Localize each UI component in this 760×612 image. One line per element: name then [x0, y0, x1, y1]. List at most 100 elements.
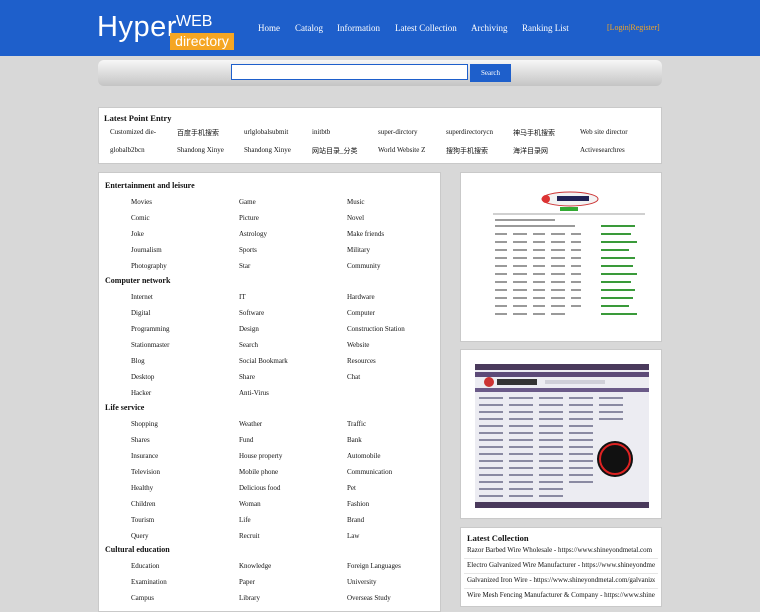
entry-link[interactable]: 搜狗手机搜索: [446, 146, 506, 156]
entry-link[interactable]: superdirectorycn: [446, 128, 506, 136]
category-link[interactable]: Insurance: [131, 452, 221, 460]
category-link[interactable]: Hardware: [347, 293, 437, 301]
category-link[interactable]: Woman: [239, 500, 329, 508]
category-link[interactable]: Sports: [239, 246, 329, 254]
category-link[interactable]: Community: [347, 262, 437, 270]
category-link[interactable]: Journalism: [131, 246, 221, 254]
category-heading[interactable]: Entertainment and leisure: [105, 181, 195, 190]
nav-ranking-list[interactable]: Ranking List: [522, 23, 569, 33]
category-link[interactable]: Tourism: [131, 516, 221, 524]
category-link[interactable]: Novel: [347, 214, 437, 222]
category-link[interactable]: Star: [239, 262, 329, 270]
entry-link[interactable]: Customized die-: [110, 128, 170, 136]
site-screenshot-1[interactable]: [491, 189, 649, 335]
category-link[interactable]: Library: [239, 594, 329, 602]
category-link[interactable]: Blog: [131, 357, 221, 365]
category-link[interactable]: Paper: [239, 578, 329, 586]
search-button[interactable]: Search: [470, 64, 511, 82]
category-link[interactable]: Astrology: [239, 230, 329, 238]
category-link[interactable]: Shares: [131, 436, 221, 444]
category-link[interactable]: Delicious food: [239, 484, 329, 492]
category-link[interactable]: Life: [239, 516, 329, 524]
category-link[interactable]: Movies: [131, 198, 221, 206]
collection-link[interactable]: Wire Mesh Fencing Manufacturer & Company…: [467, 591, 655, 599]
category-link[interactable]: Recruit: [239, 532, 329, 540]
entry-link[interactable]: initbtb: [312, 128, 372, 136]
category-link[interactable]: Campus: [131, 594, 221, 602]
entry-link[interactable]: super-dirctory: [378, 128, 438, 136]
category-link[interactable]: Joke: [131, 230, 221, 238]
logo-hyper-text[interactable]: Hyper: [97, 11, 177, 44]
category-heading[interactable]: Life service: [105, 403, 144, 412]
category-heading[interactable]: Computer network: [105, 276, 170, 285]
category-link[interactable]: Music: [347, 198, 437, 206]
category-link[interactable]: Make friends: [347, 230, 437, 238]
entry-link[interactable]: 网站目录_分类: [312, 146, 372, 156]
category-link[interactable]: Communication: [347, 468, 437, 476]
category-link[interactable]: Social Bookmark: [239, 357, 329, 365]
category-link[interactable]: Television: [131, 468, 221, 476]
category-link[interactable]: Mobile phone: [239, 468, 329, 476]
category-link[interactable]: Shopping: [131, 420, 221, 428]
category-link[interactable]: Search: [239, 341, 329, 349]
entry-link[interactable]: urlglobalsubmit: [244, 128, 304, 136]
category-link[interactable]: Resources: [347, 357, 437, 365]
category-link[interactable]: Game: [239, 198, 329, 206]
entry-link[interactable]: 百度手机搜索: [177, 128, 237, 138]
category-link[interactable]: University: [347, 578, 437, 586]
category-link[interactable]: IT: [239, 293, 329, 301]
collection-link[interactable]: Razor Barbed Wire Wholesale - https://ww…: [467, 546, 655, 554]
entry-link[interactable]: 神马手机搜索: [513, 128, 573, 138]
nav-information[interactable]: Information: [337, 23, 380, 33]
category-link[interactable]: Share: [239, 373, 329, 381]
collection-link[interactable]: Electro Galvanized Wire Manufacturer - h…: [467, 561, 655, 569]
category-link[interactable]: Website: [347, 341, 437, 349]
category-link[interactable]: Pet: [347, 484, 437, 492]
category-link[interactable]: Military: [347, 246, 437, 254]
entry-link[interactable]: World Website Z: [378, 146, 438, 154]
category-link[interactable]: Foreign Languages: [347, 562, 437, 570]
category-link[interactable]: Computer: [347, 309, 437, 317]
category-link[interactable]: Education: [131, 562, 221, 570]
category-link[interactable]: Children: [131, 500, 221, 508]
category-link[interactable]: Digital: [131, 309, 221, 317]
category-link[interactable]: House property: [239, 452, 329, 460]
category-link[interactable]: Examination: [131, 578, 221, 586]
category-link[interactable]: Programming: [131, 325, 221, 333]
category-link[interactable]: Hacker: [131, 389, 221, 397]
category-heading[interactable]: Cultural education: [105, 545, 170, 554]
category-link[interactable]: Picture: [239, 214, 329, 222]
category-link[interactable]: Traffic: [347, 420, 437, 428]
category-link[interactable]: Internet: [131, 293, 221, 301]
category-link[interactable]: Healthy: [131, 484, 221, 492]
search-input[interactable]: [231, 64, 468, 80]
category-link[interactable]: Desktop: [131, 373, 221, 381]
category-link[interactable]: Automobile: [347, 452, 437, 460]
nav-archiving[interactable]: Archiving: [471, 23, 508, 33]
category-link[interactable]: Fashion: [347, 500, 437, 508]
category-link[interactable]: Stationmaster: [131, 341, 221, 349]
entry-link[interactable]: Shandong Xinye: [244, 146, 304, 154]
entry-link[interactable]: Shandong Xinye: [177, 146, 237, 154]
category-link[interactable]: Fund: [239, 436, 329, 444]
category-link[interactable]: Software: [239, 309, 329, 317]
category-link[interactable]: Weather: [239, 420, 329, 428]
category-link[interactable]: Knowledge: [239, 562, 329, 570]
entry-link[interactable]: globalb2bcn: [110, 146, 170, 154]
site-screenshot-2[interactable]: [475, 364, 649, 508]
entry-link[interactable]: Activesearchres: [580, 146, 629, 154]
category-link[interactable]: Law: [347, 532, 437, 540]
entry-link[interactable]: 海洋目录网: [513, 146, 573, 156]
category-link[interactable]: Query: [131, 532, 221, 540]
category-link[interactable]: Anti-Virus: [239, 389, 329, 397]
category-link[interactable]: Design: [239, 325, 329, 333]
collection-link[interactable]: Galvanized Iron Wire - https://www.shine…: [467, 576, 655, 584]
nav-home[interactable]: Home: [258, 23, 280, 33]
login-register-link[interactable]: [Login|Register]: [607, 23, 660, 32]
category-link[interactable]: Overseas Study: [347, 594, 437, 602]
category-link[interactable]: Construction Station: [347, 325, 437, 333]
entry-link[interactable]: Web site director: [580, 128, 629, 136]
nav-catalog[interactable]: Catalog: [295, 23, 323, 33]
category-link[interactable]: Comic: [131, 214, 221, 222]
category-link[interactable]: Brand: [347, 516, 437, 524]
